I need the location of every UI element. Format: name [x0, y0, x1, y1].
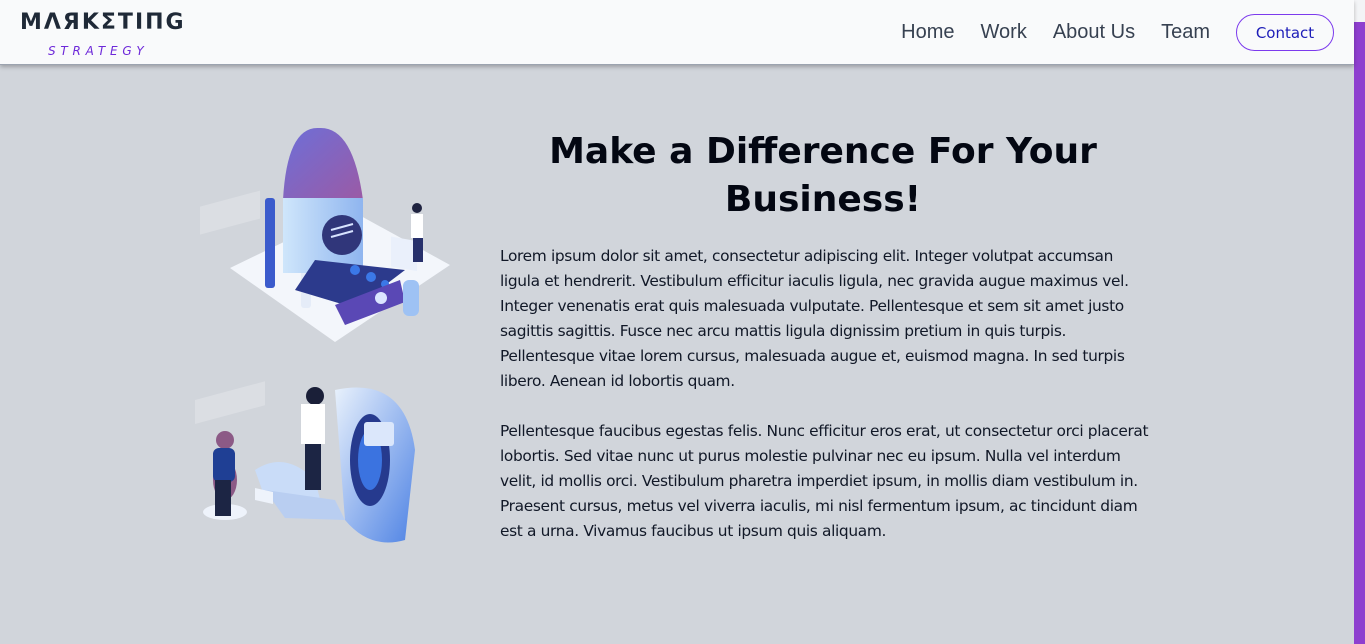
page: MΛЯΚΣΤΙΠG STRATEGY Home Work About Us Te… [0, 0, 1365, 644]
hero-paragraph-1: Lorem ipsum dolor sit amet, consectetur … [500, 247, 1129, 390]
nav-home[interactable]: Home [901, 21, 954, 44]
page-title: Make a Difference For Your Business! [549, 131, 1097, 220]
contact-button[interactable]: Contact [1236, 14, 1334, 51]
hero-illustration [195, 127, 450, 543]
scrollbar-thumb[interactable] [1354, 22, 1365, 644]
nav-work[interactable]: Work [981, 21, 1027, 44]
rocket-scene [200, 127, 450, 342]
navbar: MΛЯΚΣΤΙΠG STRATEGY Home Work About Us Te… [0, 0, 1354, 65]
nav-about-us[interactable]: About Us [1053, 21, 1135, 44]
brand-tagline: STRATEGY [48, 44, 149, 58]
hero-paragraph-2: Pellentesque faucibus egestas felis. Nun… [500, 422, 1149, 540]
brand-logo[interactable]: MΛЯΚΣΤΙΠG STRATEGY [20, 10, 190, 62]
hero-content: Make a Difference For Your Business! Lor… [500, 128, 1154, 544]
main-nav: Home Work About Us Team Contact [901, 14, 1334, 51]
nav-team[interactable]: Team [1161, 21, 1210, 44]
brand-wordmark: MΛЯΚΣΤΙΠG [20, 10, 186, 35]
engine-scene [195, 381, 415, 543]
